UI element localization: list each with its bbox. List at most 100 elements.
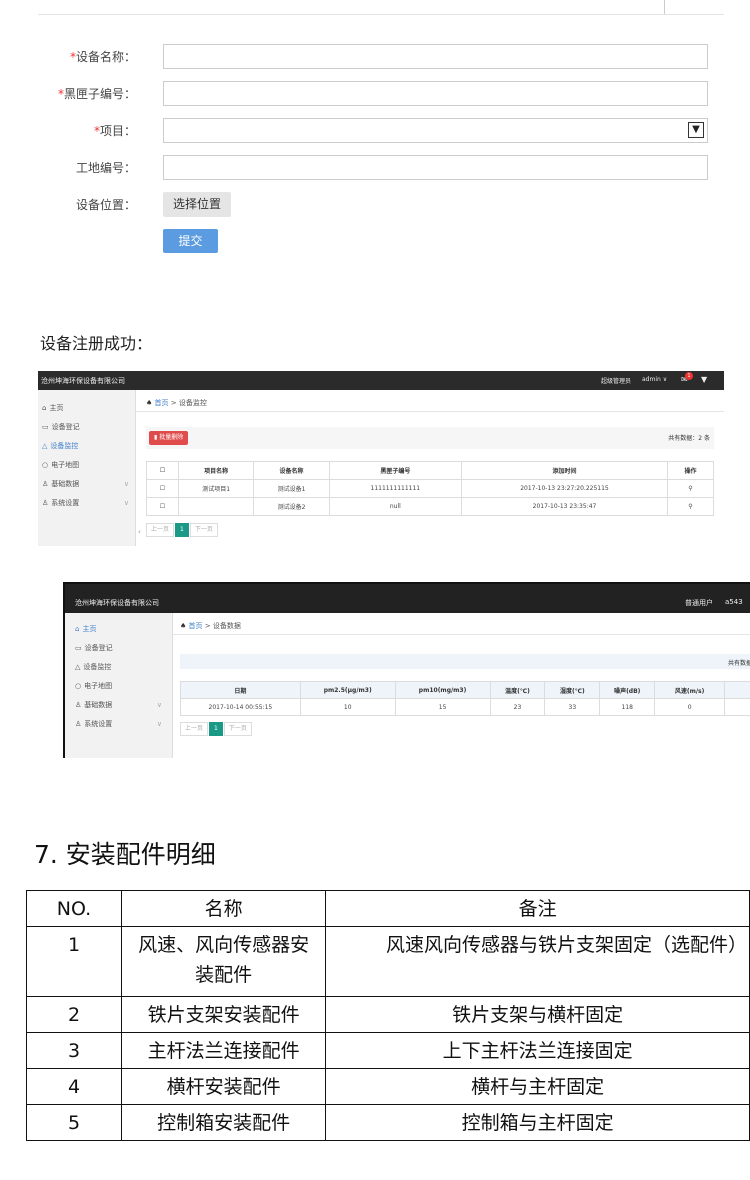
screenshot-device-monitor: 沧州坤海环保设备有限公司 超级管理员 admin ∨ ✉ 1 ▼ ⌂ 主页 ▭ 设备… bbox=[38, 371, 724, 546]
project-label: *项目： bbox=[93, 124, 136, 138]
sidebar-item-home[interactable]: ⌂ 主页 bbox=[65, 619, 172, 638]
sidebar-item-register[interactable]: ▭ 设备登记 bbox=[38, 417, 135, 436]
row-checkbox[interactable]: ☐ bbox=[146, 479, 179, 498]
row-no: 1 bbox=[25, 926, 123, 997]
form-row-site-number: 工地编号： bbox=[40, 155, 710, 181]
shirt-icon[interactable]: ▼ bbox=[701, 375, 707, 384]
device-table: ☐ 项目名称 设备名称 黑匣子编号 添加时间 操作 ☐ 测试项目1 测试设备1 … bbox=[146, 461, 714, 516]
row-note: 风速风向传感器与铁片支架固定（选配件） bbox=[325, 926, 750, 997]
page-1-button[interactable]: 1 bbox=[209, 722, 223, 736]
map-icon: ○ bbox=[42, 460, 49, 469]
batch-delete-button[interactable]: ▮ 批量删除 bbox=[149, 431, 189, 445]
home-icon: ♠ bbox=[180, 622, 187, 630]
data-table: 日期 pm2.5(μg/m3) pm10(mg/m3) 温度(℃) 湿度(℃) … bbox=[180, 681, 750, 716]
breadcrumb-home[interactable]: 首页 bbox=[155, 399, 169, 407]
chevron-down-icon: ∨ bbox=[123, 498, 129, 507]
table-row: ☐ 测试设备2 null 2017-10-13 23:35:47 ⚲ bbox=[146, 497, 714, 516]
header-note: 备注 bbox=[325, 890, 750, 927]
crumb-divider bbox=[136, 411, 724, 412]
search-icon[interactable]: ⚲ bbox=[667, 479, 714, 498]
form-row-submit: 提交 bbox=[40, 229, 710, 255]
project-select[interactable]: ▼ bbox=[163, 118, 708, 143]
sidebar-item-basic-data[interactable]: ♙ 基础数据 ∨ bbox=[38, 474, 135, 493]
location-label: 设备位置： bbox=[75, 198, 136, 212]
collapse-arrow-icon[interactable]: ‹ bbox=[138, 528, 141, 536]
page-1-button[interactable]: 1 bbox=[175, 523, 189, 537]
home-icon: ♠ bbox=[146, 399, 153, 407]
crumb-divider bbox=[173, 634, 750, 635]
table-row: 2017-10-14 00:55:15 10 15 23 33 118 0 bbox=[180, 698, 750, 716]
select-location-button[interactable]: 选择位置 bbox=[163, 192, 232, 217]
chevron-down-icon: ∨ bbox=[156, 700, 162, 709]
card-icon: ▭ bbox=[42, 422, 49, 431]
row-no: 3 bbox=[25, 1032, 123, 1069]
user-role: 超级管理员 bbox=[601, 378, 632, 385]
sidebar: ⌂ 主页 ▭ 设备登记 △ 设备监控 ○ 电子地图 ♙ 基础数据 ∨ ♙ 系统设置 ∨ bbox=[38, 390, 136, 546]
device-name-label: *设备名称： bbox=[69, 50, 136, 64]
chevron-down-icon: ∨ bbox=[123, 479, 129, 488]
sidebar-item-map[interactable]: ○ 电子地图 bbox=[38, 455, 135, 474]
pagination: 上一页 1 下一页 bbox=[180, 722, 252, 736]
breadcrumb-current: 设备监控 bbox=[178, 399, 207, 407]
sidebar-item-home[interactable]: ⌂ 主页 bbox=[38, 398, 135, 417]
sidebar-item-register[interactable]: ▭ 设备登记 bbox=[65, 638, 172, 657]
row-no: 5 bbox=[25, 1104, 123, 1141]
app-header-bar: 沧州坤海环保设备有限公司 超级管理员 admin ∨ ✉ 1 ▼ bbox=[38, 371, 724, 390]
company-name: 沧州坤海环保设备有限公司 bbox=[75, 599, 159, 607]
breadcrumb-home[interactable]: 首页 bbox=[189, 622, 203, 630]
select-all-checkbox[interactable]: ☐ bbox=[146, 461, 179, 480]
user-menu[interactable]: admin ∨ bbox=[642, 376, 667, 383]
row-checkbox[interactable]: ☐ bbox=[146, 497, 179, 516]
monitor-icon: △ bbox=[75, 662, 81, 671]
table-header-row: ☐ 项目名称 设备名称 黑匣子编号 添加时间 操作 bbox=[146, 461, 714, 480]
monitor-icon: △ bbox=[42, 441, 48, 450]
home-icon: ⌂ bbox=[42, 403, 47, 412]
sidebar-item-monitor[interactable]: △ 设备监控 bbox=[65, 657, 172, 676]
site-number-input[interactable] bbox=[163, 155, 708, 180]
row-name: 铁片支架安装配件 bbox=[121, 996, 327, 1033]
table-row: 2 铁片支架安装配件 铁片支架与横杆固定 bbox=[25, 996, 750, 1033]
device-name-input[interactable] bbox=[163, 44, 708, 69]
row-name: 横杆安装配件 bbox=[121, 1068, 327, 1105]
user-icon: ♙ bbox=[75, 700, 82, 709]
sidebar-item-settings[interactable]: ♙ 系统设置 ∨ bbox=[65, 714, 172, 733]
accessories-table: NO. 名称 备注 1 风速、风向传感器安 装配件 风速风向传感器与铁片支架固定（… bbox=[25, 890, 750, 1141]
search-icon[interactable]: ⚲ bbox=[667, 497, 714, 516]
total-count: 共有数据 bbox=[727, 660, 750, 667]
form-row-project: *项目： ▼ bbox=[40, 118, 710, 144]
sidebar-item-map[interactable]: ○ 电子地图 bbox=[65, 676, 172, 695]
prev-page-button[interactable]: 上一页 bbox=[180, 722, 209, 736]
blackbox-id-input[interactable] bbox=[163, 81, 708, 106]
row-no: 4 bbox=[25, 1068, 123, 1105]
form-row-location: 设备位置： 选择位置 bbox=[40, 192, 710, 218]
user-menu[interactable]: a543 bbox=[725, 598, 743, 606]
pagination: 上一页 1 下一页 bbox=[146, 523, 218, 537]
registration-success-text: 设备注册成功： bbox=[40, 334, 153, 353]
site-number-label: 工地编号： bbox=[75, 161, 136, 175]
form-row-blackbox-id: *黑匣子编号： bbox=[40, 81, 710, 107]
sidebar-item-basic-data[interactable]: ♙ 基础数据 ∨ bbox=[65, 695, 172, 714]
map-icon: ○ bbox=[75, 681, 82, 690]
next-page-button[interactable]: 下一页 bbox=[189, 523, 218, 537]
breadcrumb: ♠ 首页 > 设备数据 bbox=[180, 622, 241, 630]
toolbar: ▮ 批量删除 共有数据：2 条 bbox=[146, 427, 714, 449]
next-page-button[interactable]: 下一页 bbox=[223, 722, 252, 736]
breadcrumb-current: 设备数据 bbox=[212, 622, 241, 630]
prev-page-button[interactable]: 上一页 bbox=[146, 523, 175, 537]
table-row: 5 控制箱安装配件 控制箱与主杆固定 bbox=[25, 1104, 750, 1141]
user-role: 普通用户 bbox=[685, 599, 713, 607]
chevron-down-icon: ∨ bbox=[156, 719, 162, 728]
sidebar-item-settings[interactable]: ♙ 系统设置 ∨ bbox=[38, 493, 135, 512]
table-header-row: 日期 pm2.5(μg/m3) pm10(mg/m3) 温度(℃) 湿度(℃) … bbox=[180, 681, 750, 699]
submit-button[interactable]: 提交 bbox=[163, 229, 218, 253]
row-no: 2 bbox=[25, 996, 123, 1033]
app-header-bar: 沧州坤海环保设备有限公司 普通用户 a543 bbox=[65, 584, 750, 613]
form-row-device-name: *设备名称： bbox=[40, 44, 710, 70]
company-name: 沧州坤海环保设备有限公司 bbox=[41, 377, 125, 385]
sidebar-item-monitor[interactable]: △ 设备监控 bbox=[38, 436, 135, 455]
row-name: 主杆法兰连接配件 bbox=[121, 1032, 327, 1069]
header-no: NO. bbox=[25, 890, 123, 927]
table-row: 1 风速、风向传感器安 装配件 风速风向传感器与铁片支架固定（选配件） bbox=[25, 926, 750, 997]
notification-badge: 1 bbox=[685, 372, 693, 380]
person-icon: ♙ bbox=[42, 498, 49, 507]
